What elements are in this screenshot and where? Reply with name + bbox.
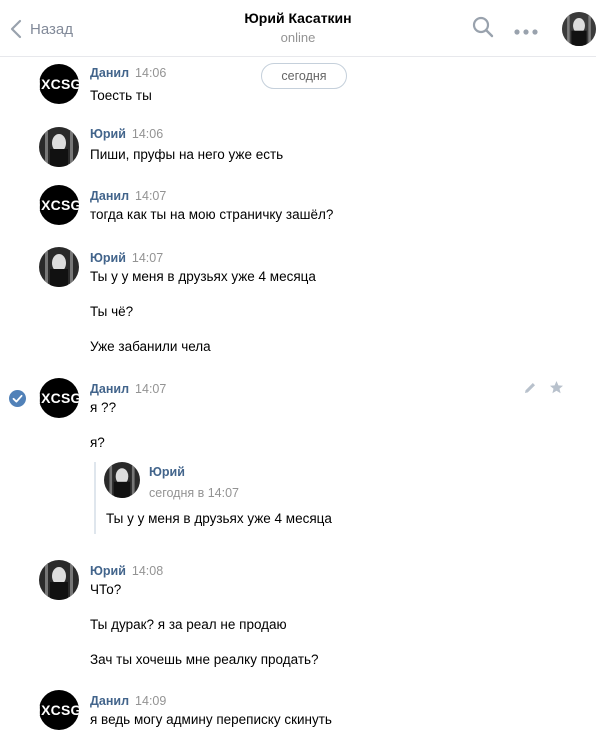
header-avatar[interactable]: [562, 12, 596, 46]
message-author[interactable]: Юрий 14:08: [90, 564, 163, 578]
message-author[interactable]: Юрий 14:06: [90, 127, 163, 141]
message-text: Тоесть ты: [90, 88, 152, 103]
avatar[interactable]: IXCSGO: [39, 64, 79, 104]
avatar[interactable]: [39, 247, 79, 287]
message-text: Пиши, пруфы на него уже есть: [90, 147, 284, 162]
forwarded-message[interactable]: Юрий сегодня в 14:07 Ты у у меня в друзь…: [94, 462, 356, 534]
search-icon[interactable]: [472, 15, 494, 42]
avatar[interactable]: IXCSGO: [39, 185, 79, 225]
message-time: 14:07: [135, 382, 167, 396]
quote-text: Ты у у меня в друзьях уже 4 месяца: [106, 511, 332, 526]
message-time: 14:07: [135, 189, 167, 203]
message-text: я?: [90, 435, 105, 450]
quote-author[interactable]: Юрий: [149, 465, 185, 479]
message-text: Зач ты хочешь мне реалку продать?: [90, 652, 319, 667]
message-author[interactable]: Юрий 14:07: [90, 251, 163, 265]
message-text: я ведь могу админу переписку скинуть: [90, 712, 332, 727]
chat-header: Назад Юрий Касаткин online: [0, 0, 596, 57]
message-feed[interactable]: сегодня IXCSGO Данил14:06 Тоесть ты Юрий…: [0, 57, 596, 750]
quote-date: сегодня в 14:07: [149, 486, 239, 500]
message-time: 14:08: [131, 564, 164, 578]
more-icon[interactable]: [514, 24, 538, 39]
conversation-title-block[interactable]: Юрий Касаткин online: [0, 10, 596, 45]
message-text: ЧТо?: [90, 582, 122, 597]
avatar[interactable]: [39, 560, 79, 600]
message-author[interactable]: Данил 14:06: [90, 66, 166, 80]
online-status: online: [280, 30, 316, 45]
message-author[interactable]: Данил 14:07: [90, 382, 166, 396]
message-text: я ??: [90, 400, 117, 415]
quote-avatar[interactable]: [104, 462, 140, 498]
avatar[interactable]: IXCSGO: [39, 690, 79, 730]
message-text: Ты у у меня в друзьях уже 4 месяца: [90, 269, 316, 284]
page-title: Юрий Касаткин: [244, 10, 352, 26]
date-divider: сегодня: [261, 63, 347, 89]
message-time: 14:07: [131, 251, 164, 265]
message-text: Ты чё?: [90, 304, 134, 319]
message-time: 14:09: [135, 694, 167, 708]
message-text: тогда как ты на мою страничку зашёл?: [90, 207, 334, 222]
avatar[interactable]: [39, 127, 79, 167]
message-author[interactable]: Данил 14:07: [90, 189, 166, 203]
edit-icon[interactable]: [523, 381, 537, 398]
message-time: 14:06: [131, 127, 164, 141]
message-author[interactable]: Данил 14:09: [90, 694, 166, 708]
check-icon[interactable]: [9, 390, 26, 407]
message-text: Ты дурак? я за реал не продаю: [90, 617, 287, 632]
star-icon[interactable]: [549, 380, 564, 398]
message-time: 14:06: [135, 66, 167, 80]
avatar[interactable]: IXCSGO: [39, 378, 79, 418]
message-text: Уже забанили чела: [90, 339, 211, 354]
